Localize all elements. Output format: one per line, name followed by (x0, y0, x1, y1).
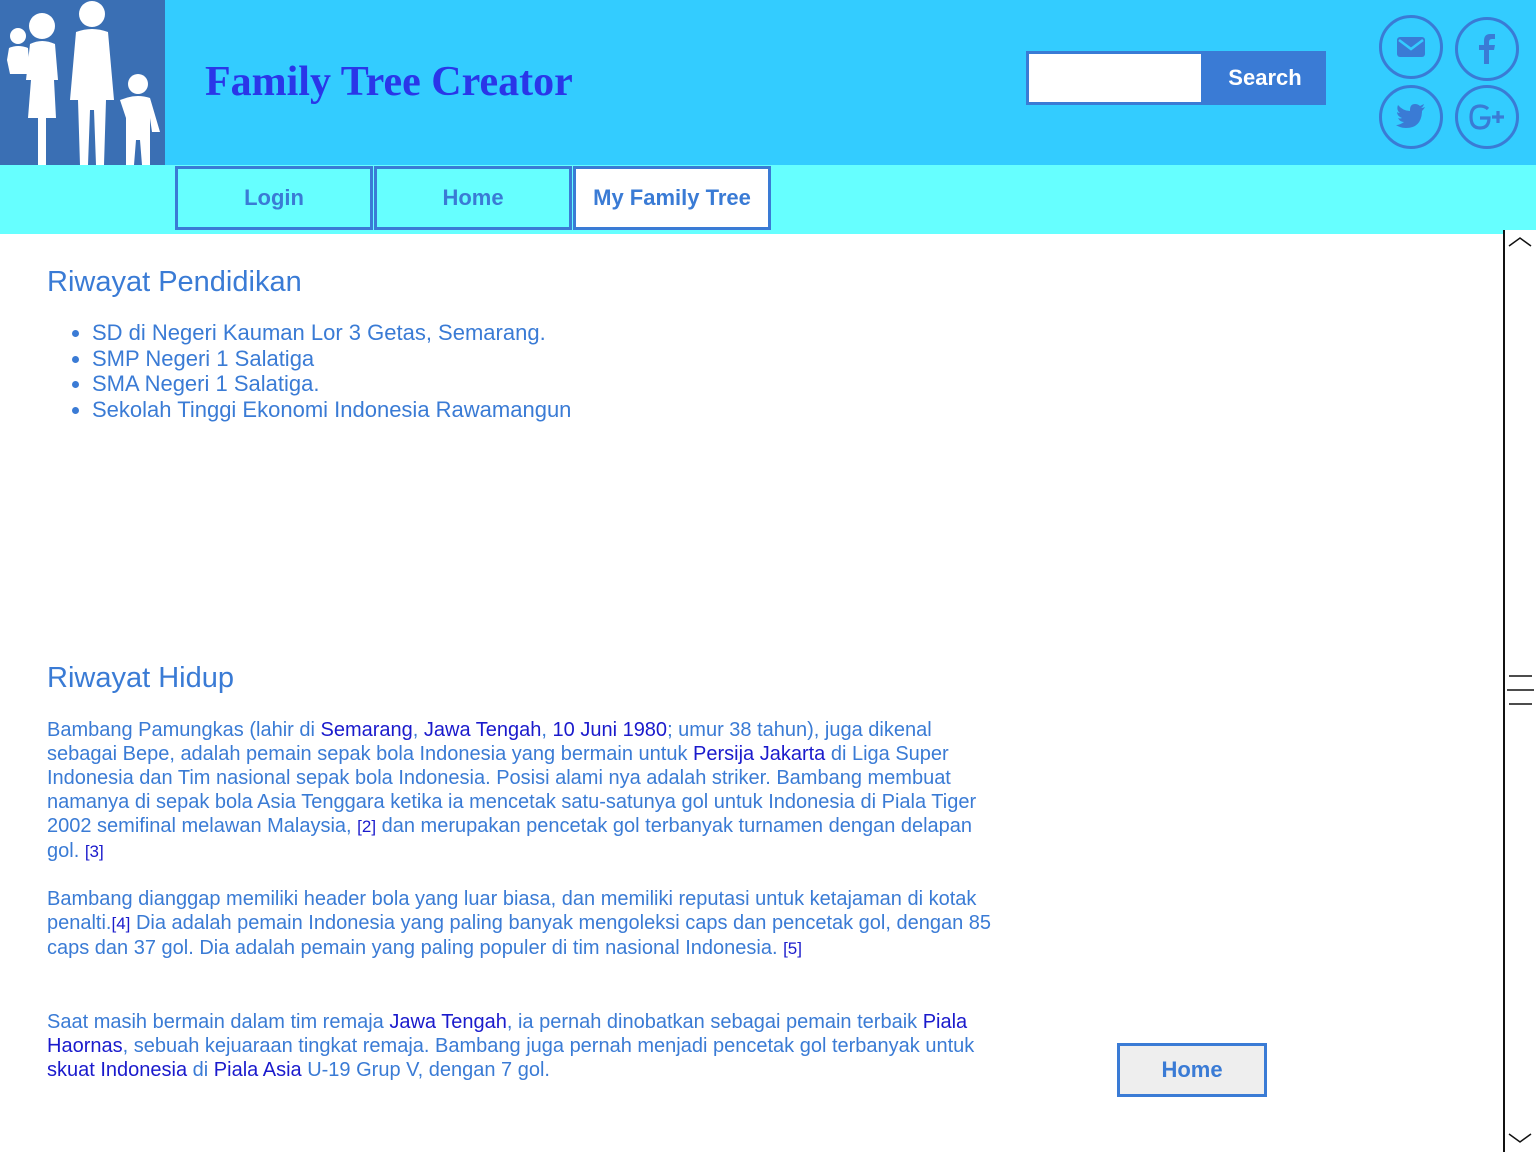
biography-title: Riwayat Hidup (47, 662, 234, 694)
text: U-19 Grup V, dengan 7 gol. (301, 1059, 550, 1081)
link-skuat-indonesia[interactable]: skuat Indonesia (47, 1059, 187, 1081)
text: , sebuah kejuaraan tingkat remaja. Bamba… (122, 1035, 975, 1057)
google-plus-button[interactable] (1455, 85, 1519, 149)
education-title: Riwayat Pendidikan (47, 266, 302, 298)
scroll-up-button[interactable] (1505, 232, 1536, 250)
list-item: Sekolah Tinggi Ekonomi Indonesia Rawaman… (92, 397, 571, 423)
biography-paragraph-3: Saat masih bermain dalam tim remaja Jawa… (47, 1010, 1007, 1082)
vertical-scrollbar[interactable] (1503, 230, 1536, 1152)
reference-link[interactable]: [5] (783, 939, 802, 958)
home-button[interactable]: Home (1117, 1043, 1267, 1097)
google-plus-icon (1469, 104, 1504, 130)
list-item: SD di Negeri Kauman Lor 3 Getas, Semaran… (92, 320, 571, 346)
email-icon (1397, 37, 1425, 57)
main-nav: Login Home My Family Tree (0, 165, 1536, 234)
link-semarang[interactable]: Semarang (320, 719, 412, 741)
search-input[interactable] (1029, 54, 1201, 102)
search-bar: Search (1026, 51, 1326, 105)
facebook-button[interactable] (1455, 17, 1519, 81)
search-button[interactable]: Search (1204, 51, 1326, 105)
site-title: Family Tree Creator (205, 59, 573, 105)
link-piala-asia[interactable]: Piala Asia (214, 1059, 302, 1081)
nav-login-button[interactable]: Login (175, 166, 373, 230)
link-birth-date[interactable]: 10 Juni 1980 (553, 719, 668, 741)
scroll-down-button[interactable] (1505, 1130, 1536, 1148)
nav-my-family-tree-button[interactable]: My Family Tree (573, 166, 771, 230)
main-content: Riwayat Pendidikan SD di Negeri Kauman L… (0, 234, 1503, 1152)
twitter-icon (1396, 104, 1425, 128)
education-list: SD di Negeri Kauman Lor 3 Getas, Semaran… (46, 320, 571, 422)
list-item: SMA Negeri 1 Salatiga. (92, 371, 571, 397)
reference-link[interactable]: [2] (357, 817, 376, 836)
link-jawa-tengah[interactable]: Jawa Tengah (424, 719, 542, 741)
nav-home-button[interactable]: Home (374, 166, 572, 230)
link-jawa-tengah[interactable]: Jawa Tengah (389, 1011, 507, 1033)
text: Dia adalah pemain Indonesia yang paling … (47, 912, 992, 959)
biography-paragraph-2: Bambang dianggap memiliki header bola ya… (47, 887, 1007, 961)
text: , (541, 719, 553, 741)
site-header: Family Tree Creator Search (0, 0, 1536, 165)
text: Bambang Pamungkas (lahir di (47, 719, 321, 741)
text: , (412, 719, 424, 741)
text: di (187, 1059, 214, 1081)
reference-link[interactable]: [3] (85, 842, 104, 861)
list-item: SMP Negeri 1 Salatiga (92, 346, 571, 372)
email-button[interactable] (1379, 15, 1443, 79)
scroll-thumb[interactable] (1505, 670, 1536, 710)
grip-icon (1507, 675, 1534, 705)
biography-paragraph-1: Bambang Pamungkas (lahir di Semarang, Ja… (47, 718, 1007, 864)
link-persija-jakarta[interactable]: Persija Jakarta (693, 743, 825, 765)
chevron-up-icon (1508, 237, 1532, 247)
text: , ia pernah dinobatkan sebagai pemain te… (506, 1011, 923, 1033)
facebook-icon (1479, 34, 1495, 64)
twitter-button[interactable] (1379, 85, 1443, 149)
chevron-down-icon (1508, 1133, 1532, 1143)
family-silhouette-icon (0, 0, 165, 165)
text: Saat masih bermain dalam tim remaja (47, 1011, 390, 1033)
reference-link[interactable]: [4] (112, 914, 131, 933)
